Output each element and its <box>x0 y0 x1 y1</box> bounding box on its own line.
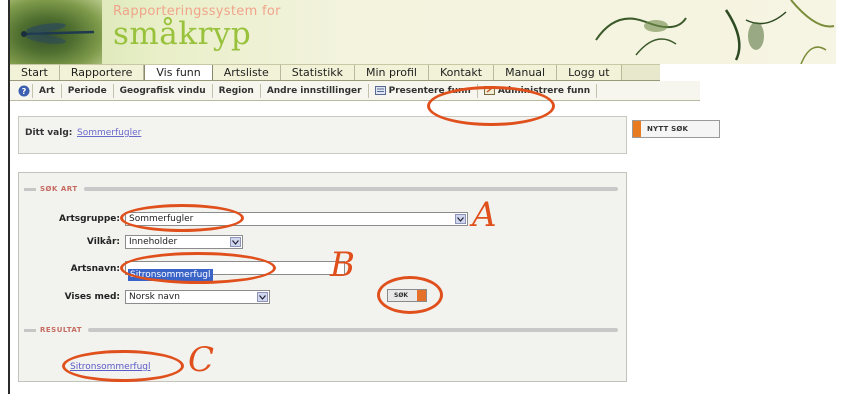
annotation-letter-a: A <box>472 195 497 235</box>
main-menu: Start Rapportere Vis funn Artsliste Stat… <box>10 64 660 81</box>
menu-item-start[interactable]: Start <box>10 65 60 80</box>
artsgruppe-value: Sommerfugler <box>129 214 194 224</box>
submenu-item-label: Periode <box>67 85 107 96</box>
vilkar-label: Vilkår: <box>86 237 120 247</box>
submenu-item-label: Region <box>218 85 254 96</box>
submenu-item-periode[interactable]: Periode <box>60 83 113 98</box>
header-banner: Rapporteringssystem for småkryp <box>10 0 836 64</box>
artsnavn-value: Sitronsommerfugl <box>128 269 213 281</box>
chevron-down-icon <box>257 292 268 302</box>
annotation-letter-c: C <box>188 340 215 380</box>
submenu-item-presentere-funn[interactable]: Presentere funn <box>367 83 477 98</box>
search-panel <box>18 172 627 382</box>
search-button[interactable]: SØK <box>387 289 427 302</box>
new-search-button[interactable]: NYTT SØK <box>632 120 720 138</box>
button-accent <box>633 121 641 137</box>
menu-item-rapportere[interactable]: Rapportere <box>60 65 145 80</box>
selection-summary: Ditt valg: Sommerfugler <box>18 116 627 154</box>
banner-photo <box>10 0 102 64</box>
present-icon <box>374 86 386 95</box>
annotation-letter-b: B <box>330 245 355 285</box>
result-section-title: RESULTAT <box>40 326 83 334</box>
button-accent <box>417 290 426 301</box>
chevron-down-icon <box>230 237 241 247</box>
dragonfly-icon <box>21 23 95 44</box>
search-section-header: SØK ART <box>24 184 618 194</box>
help-icon[interactable]: ? <box>16 84 32 98</box>
insect-illustration <box>595 0 835 64</box>
vilkar-select[interactable]: Inneholder <box>125 235 243 249</box>
artsgruppe-label: Artsgruppe: <box>59 214 120 224</box>
site-title: småkryp <box>113 16 252 52</box>
vilkar-value: Inneholder <box>129 237 178 247</box>
menu-item-kontakt[interactable]: Kontakt <box>429 65 495 80</box>
submenu-item-region[interactable]: Region <box>211 83 260 98</box>
vises-med-value: Norsk navn <box>129 292 180 302</box>
submenu: ? Art Periode Geografisk vindu Region An… <box>10 81 700 101</box>
svg-text:?: ? <box>22 87 27 96</box>
submenu-item-administrere-funn[interactable]: Administrere funn <box>476 83 598 98</box>
submenu-item-art[interactable]: Art <box>32 83 61 98</box>
menu-item-logg-ut[interactable]: Logg ut <box>557 65 622 80</box>
menu-filler <box>621 65 660 80</box>
menu-item-manual[interactable]: Manual <box>494 65 558 80</box>
submenu-item-label: Andre innstillinger <box>266 85 362 96</box>
menu-item-statistikk[interactable]: Statistikk <box>281 65 355 80</box>
search-section-title: SØK ART <box>40 185 78 193</box>
new-search-label: NYTT SØK <box>647 125 689 133</box>
menu-item-artsliste[interactable]: Artsliste <box>213 65 281 80</box>
vises-med-select[interactable]: Norsk navn <box>125 290 270 304</box>
vises-med-label: Vises med: <box>64 292 120 302</box>
artsnavn-label: Artsnavn: <box>70 264 120 274</box>
admin-icon <box>483 86 495 95</box>
artsnavn-input[interactable]: Sitronsommerfugl <box>125 261 345 281</box>
choice-link[interactable]: Sommerfugler <box>77 128 141 138</box>
result-link[interactable]: Sitronsommerfugl <box>70 362 151 372</box>
submenu-item-label: Administrere funn <box>497 85 591 96</box>
chevron-down-icon <box>455 214 466 224</box>
result-section-header: RESULTAT <box>24 325 618 335</box>
submenu-item-geografisk-vindu[interactable]: Geografisk vindu <box>112 83 212 98</box>
choice-label: Ditt valg: <box>25 128 73 138</box>
menu-item-min-profil[interactable]: Min profil <box>355 65 429 80</box>
submenu-item-label: Geografisk vindu <box>119 85 206 96</box>
search-button-label: SØK <box>394 292 409 299</box>
submenu-item-andre-innstillinger[interactable]: Andre innstillinger <box>259 83 368 98</box>
submenu-item-label: Art <box>39 85 55 96</box>
artsgruppe-select[interactable]: Sommerfugler <box>125 212 468 226</box>
menu-item-vis-funn[interactable]: Vis funn <box>144 65 213 80</box>
submenu-item-label: Presentere funn <box>388 85 471 96</box>
